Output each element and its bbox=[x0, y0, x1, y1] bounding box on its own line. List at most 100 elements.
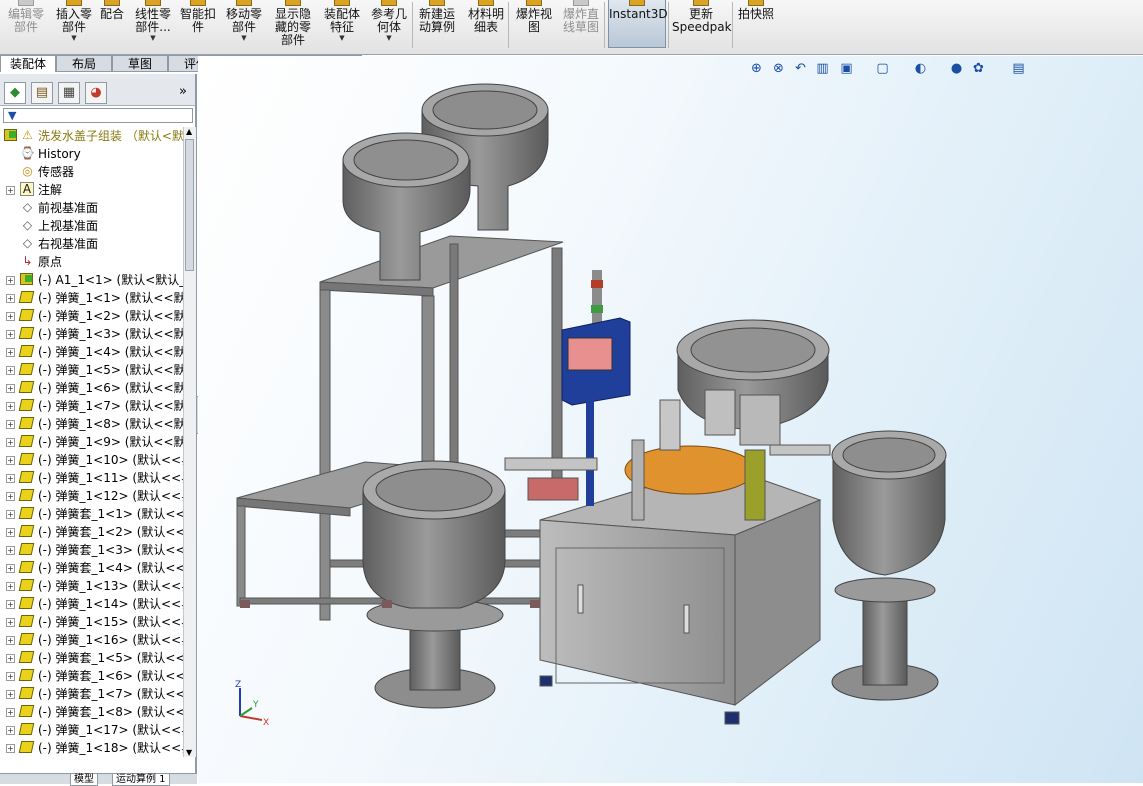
tree-item[interactable]: ↳ 原点 bbox=[0, 253, 183, 271]
tree-item[interactable]: ◇ 右视基准面 bbox=[0, 235, 183, 253]
edit-appearance-icon[interactable]: ● bbox=[948, 60, 965, 77]
expand-toggle-icon[interactable]: + bbox=[6, 366, 15, 375]
expand-toggle-icon[interactable]: + bbox=[6, 330, 15, 339]
graphics-area[interactable] bbox=[198, 56, 1143, 783]
zoom-to-fit-icon[interactable]: ⊕ bbox=[748, 60, 765, 77]
tree-item[interactable]: + (-) 弹簧_1<5> (默认<<默 bbox=[0, 361, 183, 379]
ribbon-button-9[interactable]: 新建运 动算例 bbox=[414, 0, 460, 50]
dropdown-arrow-icon[interactable]: ▼ bbox=[222, 34, 266, 42]
tree-scrollbar[interactable]: ▲ ▼ bbox=[183, 127, 196, 757]
display-manager-icon[interactable]: ◕ bbox=[85, 82, 107, 104]
expand-toggle-icon[interactable]: + bbox=[6, 600, 15, 609]
filter-icon[interactable]: ▼ bbox=[8, 109, 16, 122]
tree-item[interactable]: + (-) 弹簧_1<14> (默认<<界 bbox=[0, 595, 183, 613]
expand-toggle-icon[interactable]: + bbox=[6, 708, 15, 717]
expand-toggle-icon[interactable]: + bbox=[6, 438, 15, 447]
tree-item[interactable]: + (-) 弹簧套_1<7> (默认<< bbox=[0, 685, 183, 703]
expand-toggle-icon[interactable]: + bbox=[6, 618, 15, 627]
tree-item[interactable]: + (-) 弹簧_1<12> (默认<<界 bbox=[0, 487, 183, 505]
expand-toggle-icon[interactable]: + bbox=[6, 528, 15, 537]
ribbon-button-0[interactable]: 编辑零 部件 bbox=[4, 0, 48, 50]
expand-toggle-icon[interactable]: + bbox=[6, 582, 15, 591]
expand-toggle-icon[interactable]: + bbox=[6, 510, 15, 519]
tree-item[interactable]: + (-) 弹簧套_1<4> (默认<< bbox=[0, 559, 183, 577]
tree-item[interactable]: + (-) 弹簧_1<13> (默认<<界 bbox=[0, 577, 183, 595]
dropdown-arrow-icon[interactable]: ▼ bbox=[320, 34, 364, 42]
feature-manager-icon[interactable]: ◆ bbox=[4, 82, 26, 104]
expand-toggle-icon[interactable]: + bbox=[6, 420, 15, 429]
expand-toggle-icon[interactable]: + bbox=[6, 348, 15, 357]
tree-item[interactable]: + (-) 弹簧_1<1> (默认<<默 bbox=[0, 289, 183, 307]
ribbon-button-4[interactable]: 智能扣 件 bbox=[178, 0, 218, 50]
tree-item[interactable]: ◎ 传感器 bbox=[0, 163, 183, 181]
tree-item[interactable]: ◇ 前视基准面 bbox=[0, 199, 183, 217]
tree-item[interactable]: + (-) A1_1<1> (默认<默认_ bbox=[0, 271, 183, 289]
tree-item[interactable]: + (-) 弹簧_1<15> (默认<<界 bbox=[0, 613, 183, 631]
expand-toggle-icon[interactable]: + bbox=[6, 546, 15, 555]
expand-toggle-icon[interactable]: + bbox=[6, 690, 15, 699]
expand-toggle-icon[interactable]: + bbox=[6, 636, 15, 645]
ribbon-button-6[interactable]: 显示隐 藏的零 部件 bbox=[270, 0, 316, 50]
ribbon-button-10[interactable]: 材料明 细表 bbox=[464, 0, 508, 50]
expand-toggle-icon[interactable]: + bbox=[6, 312, 15, 321]
view-orientation-icon[interactable]: ▣ bbox=[838, 60, 855, 77]
expand-toggle-icon[interactable]: + bbox=[6, 294, 15, 303]
tree-item[interactable]: + (-) 弹簧_1<4> (默认<<默 bbox=[0, 343, 183, 361]
command-tab-2[interactable]: 草图 bbox=[112, 55, 168, 72]
section-view-icon[interactable]: ▥ bbox=[814, 60, 831, 77]
expand-toggle-icon[interactable]: + bbox=[6, 456, 15, 465]
dropdown-arrow-icon[interactable]: ▼ bbox=[368, 34, 410, 42]
expand-toggle-icon[interactable]: + bbox=[6, 672, 15, 681]
expand-toggle-icon[interactable]: + bbox=[6, 384, 15, 393]
previous-view-icon[interactable]: ↶ bbox=[792, 60, 809, 77]
property-manager-icon[interactable]: ▤ bbox=[31, 82, 53, 104]
tree-item[interactable]: + (-) 弹簧套_1<8> (默认<< bbox=[0, 703, 183, 721]
tree-item[interactable]: ◇ 上视基准面 bbox=[0, 217, 183, 235]
tree-item[interactable]: + (-) 弹簧_1<8> (默认<<默 bbox=[0, 415, 183, 433]
assembly-model[interactable] bbox=[198, 56, 1143, 783]
dropdown-arrow-icon[interactable]: ▼ bbox=[52, 34, 96, 42]
expand-toggle-icon[interactable]: + bbox=[6, 276, 15, 285]
expand-toggle-icon[interactable]: + bbox=[6, 726, 15, 735]
expand-toggle-icon[interactable]: + bbox=[6, 474, 15, 483]
hide-show-icon[interactable]: ◐ bbox=[912, 60, 929, 77]
dropdown-arrow-icon[interactable]: ▼ bbox=[132, 34, 174, 42]
ribbon-button-12[interactable]: 爆炸直 线草图 bbox=[558, 0, 604, 50]
tree-item[interactable]: + (-) 弹簧套_1<5> (默认<< bbox=[0, 649, 183, 667]
tree-item[interactable]: + (-) 弹簧套_1<1> (默认<< bbox=[0, 505, 183, 523]
command-tab-0[interactable]: 装配体 bbox=[0, 55, 56, 72]
tree-item[interactable]: ⚠ 洗发水盖子组装 （默认<默 bbox=[0, 127, 183, 145]
bottom-tab-1[interactable]: 运动算例 1 bbox=[112, 773, 170, 786]
panel-expand-icon[interactable]: » bbox=[179, 84, 187, 99]
tree-item[interactable]: + (-) 弹簧_1<18> (默认<<界 bbox=[0, 739, 183, 757]
scroll-thumb[interactable] bbox=[185, 139, 194, 271]
expand-toggle-icon[interactable]: + bbox=[6, 564, 15, 573]
ribbon-button-8[interactable]: 参考几 何体 ▼ bbox=[368, 0, 410, 50]
ribbon-button-3[interactable]: 线性零 部件... ▼ bbox=[132, 0, 174, 50]
ribbon-button-2[interactable]: 配合 bbox=[96, 0, 128, 50]
tree-item[interactable]: + (-) 弹簧_1<7> (默认<<默 bbox=[0, 397, 183, 415]
tree-item[interactable]: + (-) 弹簧_1<2> (默认<<默 bbox=[0, 307, 183, 325]
ribbon-button-11[interactable]: 爆炸视 图 bbox=[512, 0, 556, 50]
view-settings-icon[interactable]: ▤ bbox=[1010, 60, 1027, 77]
tree-item[interactable]: + (-) 弹簧_1<9> (默认<<默 bbox=[0, 433, 183, 451]
tree-item[interactable]: ⌚ History bbox=[0, 145, 183, 163]
expand-toggle-icon[interactable]: + bbox=[6, 402, 15, 411]
tree-item[interactable]: + (-) 弹簧套_1<2> (默认<< bbox=[0, 523, 183, 541]
ribbon-button-15[interactable]: 拍快照 bbox=[736, 0, 776, 50]
tree-item[interactable]: + (-) 弹簧_1<10> (默认<<界 bbox=[0, 451, 183, 469]
zoom-area-icon[interactable]: ⊗ bbox=[770, 60, 787, 77]
tree-item[interactable]: + (-) 弹簧_1<11> (默认<<界 bbox=[0, 469, 183, 487]
expand-toggle-icon[interactable]: + bbox=[6, 744, 15, 753]
ribbon-button-14[interactable]: 更新 Speedpak bbox=[672, 0, 732, 50]
tree-item[interactable]: + (-) 弹簧_1<3> (默认<<默 bbox=[0, 325, 183, 343]
scroll-down-icon[interactable]: ▼ bbox=[186, 748, 192, 757]
tree-item[interactable]: + (-) 弹簧_1<16> (默认<<界 bbox=[0, 631, 183, 649]
ribbon-button-7[interactable]: 装配体 特征 ▼ bbox=[320, 0, 364, 50]
tree-item[interactable]: + A 注解 bbox=[0, 181, 183, 199]
tree-item[interactable]: + (-) 弹簧套_1<6> (默认<< bbox=[0, 667, 183, 685]
tree-item[interactable]: + (-) 弹簧_1<17> (默认<<界 bbox=[0, 721, 183, 739]
ribbon-button-1[interactable]: 插入零 部件 ▼ bbox=[52, 0, 96, 50]
command-tab-1[interactable]: 布局 bbox=[56, 55, 112, 72]
expand-toggle-icon[interactable]: + bbox=[6, 654, 15, 663]
